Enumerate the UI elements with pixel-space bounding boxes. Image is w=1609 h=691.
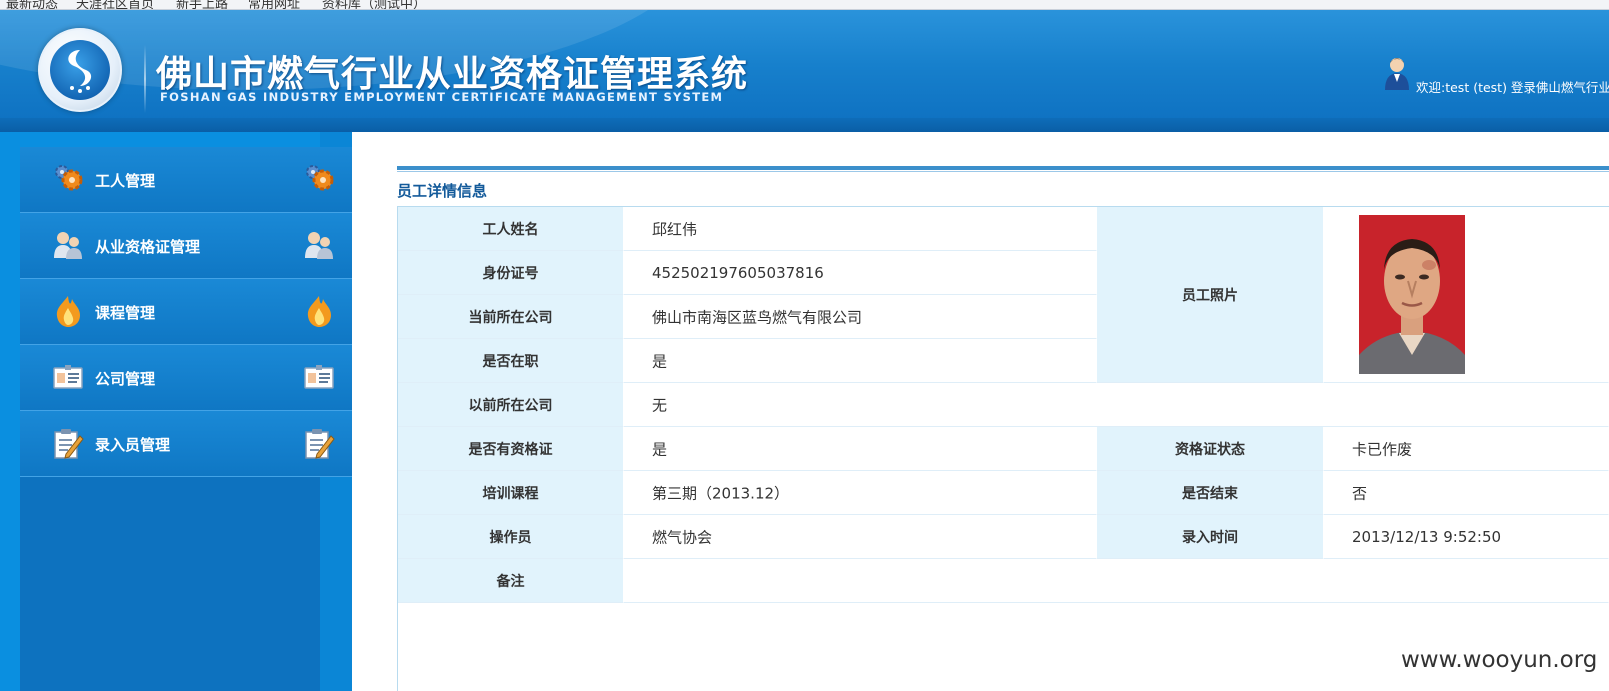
finished-label: 是否结束 (1097, 471, 1324, 515)
finished-value: 否 (1324, 471, 1609, 515)
id-number-label: 身份证号 (398, 251, 624, 295)
sidebar-item-worker-management[interactable]: 工人管理 (20, 147, 352, 213)
name-value: 邱红伟 (624, 207, 1097, 251)
has-certificate-label: 是否有资格证 (398, 427, 624, 471)
sidebar-item-course-management[interactable]: 课程管理 (20, 279, 352, 345)
user-avatar-icon (1385, 58, 1409, 90)
employed-value: 是 (624, 339, 1097, 383)
certificate-status-value: 卡已作废 (1324, 427, 1609, 471)
users-icon (305, 232, 333, 259)
current-company-label: 当前所在公司 (398, 295, 624, 339)
system-subtitle: FOSHAN GAS INDUSTRY EMPLOYMENT CERTIFICA… (160, 90, 724, 104)
id-card-icon (53, 365, 83, 389)
sidebar-item-label: 公司管理 (95, 370, 156, 388)
gear-icon (306, 165, 334, 191)
sidebar-item-label: 录入员管理 (95, 436, 171, 454)
logo-emblem-icon (68, 50, 92, 93)
name-label: 工人姓名 (398, 207, 624, 251)
employee-photo (1359, 215, 1465, 374)
bookmark-item[interactable]: 新手上路 (176, 0, 228, 9)
welcome-text: 欢迎:test (test) 登录佛山燃气行业 (1416, 80, 1609, 95)
certificate-status-label: 资格证状态 (1097, 427, 1324, 471)
watermark: www.wooyun.org (1401, 647, 1598, 673)
sidebar-item-certificate-management[interactable]: 从业资格证管理 (20, 213, 352, 279)
sidebar-item-company-management[interactable]: 公司管理 (20, 345, 352, 411)
entry-time-label: 录入时间 (1097, 515, 1324, 559)
bookmark-item[interactable]: 最新动态 (6, 0, 58, 9)
entry-time-value: 2013/12/13 9:52:50 (1324, 515, 1609, 559)
has-certificate-value: 是 (624, 427, 1097, 471)
gear-icon (55, 165, 83, 191)
association-logo (38, 28, 122, 112)
operator-value: 燃气协会 (624, 515, 1097, 559)
bookmark-item[interactable]: 常用网址 (248, 0, 300, 9)
photo-label: 员工照片 (1097, 207, 1324, 383)
remark-label: 备注 (398, 559, 624, 603)
sidebar-item-label: 课程管理 (95, 304, 156, 322)
users-icon (54, 232, 82, 259)
employed-label: 是否在职 (398, 339, 624, 383)
remark-value (624, 559, 1609, 603)
current-company-value: 佛山市南海区蓝鸟燃气有限公司 (624, 295, 1097, 339)
sidebar-item-label: 工人管理 (95, 172, 156, 190)
sidebar-item-label: 从业资格证管理 (95, 238, 201, 256)
flame-icon (56, 296, 80, 327)
bookmark-item[interactable]: 资料库（测试中） (322, 0, 426, 9)
edit-icon (305, 429, 335, 459)
panel-title: 员工详情信息 (397, 182, 488, 200)
browser-bookmark-bar: 最新动态 天涯社区首页 新手上路 常用网址 资料库（测试中） (0, 0, 1609, 10)
flame-icon (307, 296, 331, 327)
sidebar-item-operator-management[interactable]: 录入员管理 (20, 411, 352, 477)
id-number-value: 452502197605037816 (624, 251, 1097, 295)
bookmark-item[interactable]: 天涯社区首页 (76, 0, 154, 9)
training-course-value: 第三期（2013.12） (624, 471, 1097, 515)
operator-label: 操作员 (398, 515, 624, 559)
previous-company-value: 无 (624, 383, 1609, 427)
id-card-icon (304, 365, 334, 389)
edit-icon (54, 429, 84, 459)
previous-company-label: 以前所在公司 (398, 383, 624, 427)
training-course-label: 培训课程 (398, 471, 624, 515)
page-header: 佛山市燃气行业从业资格证管理系统 FOSHAN GAS INDUSTRY EMP… (0, 10, 1609, 132)
